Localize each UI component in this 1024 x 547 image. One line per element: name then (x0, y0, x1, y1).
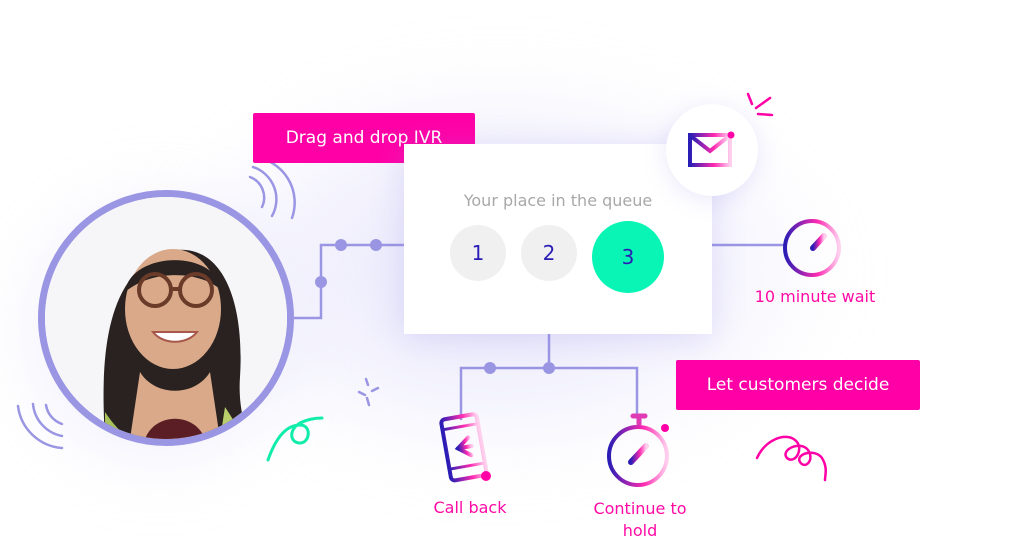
wire-node (543, 362, 555, 374)
queue-title: Your place in the queue (463, 191, 653, 210)
let-customers-decide-tag: Let customers decide (676, 360, 920, 410)
squiggle-green (266, 416, 324, 462)
agent-photo (45, 197, 287, 439)
queue-card: Your place in the queue 1 2 3 (404, 144, 712, 334)
sound-waves-top (248, 155, 296, 220)
call-back-label: Call back (433, 498, 507, 517)
wire-node (335, 239, 347, 251)
squiggle-pink (755, 435, 827, 482)
queue-position-3-active[interactable]: 3 (592, 221, 664, 293)
wire-card-callback (459, 334, 551, 420)
wire-node (315, 276, 327, 288)
alert-lines-icon (746, 92, 774, 117)
queue-position-1[interactable]: 1 (450, 225, 506, 281)
wire-node (484, 362, 496, 374)
phone-callback-icon[interactable] (436, 410, 496, 486)
wire-node (370, 239, 382, 251)
wire-avatar-card (294, 243, 404, 320)
continue-to-hold-label: Continue to hold (593, 499, 687, 540)
sparkle-icon (357, 377, 380, 407)
clock-icon (783, 219, 841, 277)
queue-position-2[interactable]: 2 (521, 225, 577, 281)
stopwatch-icon[interactable] (603, 410, 675, 490)
agent-avatar (38, 190, 294, 446)
mail-badge (666, 104, 758, 196)
wait-time-label: 10 minute wait (754, 287, 876, 306)
envelope-icon (688, 131, 735, 167)
sound-waves-bottom (16, 402, 64, 450)
